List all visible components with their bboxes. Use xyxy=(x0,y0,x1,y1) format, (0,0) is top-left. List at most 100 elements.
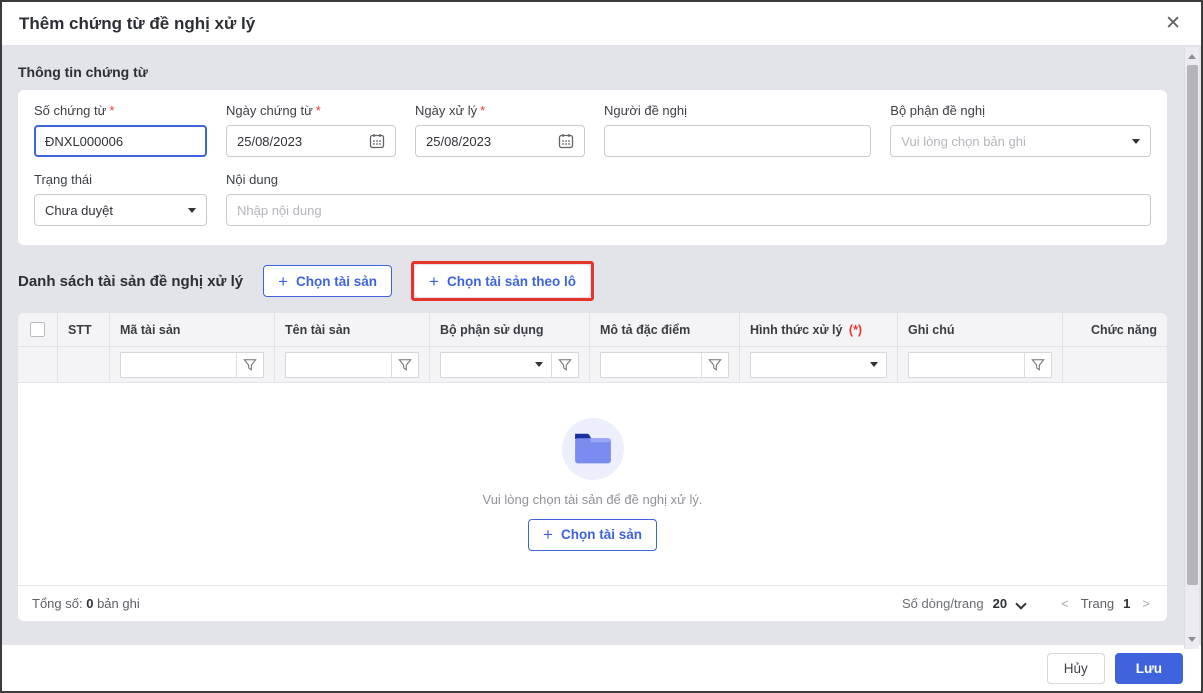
total-value: 0 xyxy=(86,596,94,611)
page-number: 1 xyxy=(1123,596,1131,611)
scrollbar-down-arrow[interactable] xyxy=(1185,632,1199,647)
plus-icon: + xyxy=(429,271,439,291)
document-number-input[interactable]: ĐNXL000006 xyxy=(34,125,207,157)
document-date-label: Ngày chứng từ xyxy=(226,103,313,118)
status-label: Trạng thái xyxy=(34,172,93,187)
vertical-scrollbar[interactable] xyxy=(1184,47,1199,649)
select-asset-button-label: Chọn tài sản xyxy=(296,273,378,289)
select-asset-batch-button[interactable]: + Chọn tài sản theo lô xyxy=(415,265,590,297)
total-label: Tổng số: xyxy=(32,596,83,611)
empty-select-asset-button-label: Chọn tài sản xyxy=(560,527,642,542)
page-label: Trang xyxy=(1080,596,1115,611)
empty-select-asset-button[interactable]: + Chọn tài sản xyxy=(528,518,657,551)
triangle-down-icon xyxy=(1188,637,1196,642)
table-empty-state: Vui lòng chọn tài sản để đề nghị xử lý. … xyxy=(18,383,1167,585)
content-field: Nội dung Nhập nội dung xyxy=(226,172,1151,226)
close-icon[interactable]: ✕ xyxy=(1165,14,1181,33)
record-total: Tổng số: 0 bản ghi xyxy=(32,596,140,611)
status-value: Chưa duyệt xyxy=(45,202,113,218)
save-button[interactable]: Lưu xyxy=(1114,652,1183,684)
content-placeholder: Nhập nội dung xyxy=(237,202,322,218)
column-header-description: Mô tả đặc điểm xyxy=(590,313,740,346)
description-filter-input[interactable] xyxy=(601,353,701,377)
description-filter-funnel[interactable] xyxy=(701,352,728,377)
using-department-filter-funnel[interactable] xyxy=(551,352,578,377)
funnel-icon xyxy=(243,358,257,371)
pagination: Số dòng/trang 20 < Trang 1 > xyxy=(902,596,1153,611)
triangle-up-icon xyxy=(1188,54,1196,59)
dialog-body: Thông tin chứng từ Số chứng từ * ĐNXL0000… xyxy=(2,46,1201,645)
requesting-department-field: Bộ phận đề nghị Vui lòng chọn bản ghi xyxy=(890,103,1151,157)
chevron-down-icon xyxy=(188,207,196,213)
column-header-using-department: Bộ phận sử dụng xyxy=(430,313,590,346)
column-header-asset-name: Tên tài sản xyxy=(275,313,430,346)
rows-per-page-chevron-icon[interactable] xyxy=(1016,599,1026,609)
calendar-icon[interactable] xyxy=(558,133,574,149)
status-field: Trạng thái Chưa duyệt xyxy=(34,172,207,226)
document-date-value: 25/08/2023 xyxy=(237,133,303,149)
column-header-note: Ghi chú xyxy=(898,313,1063,346)
annotation-highlight-box: + Chọn tài sản theo lô xyxy=(411,261,594,301)
document-number-label: Số chứng từ xyxy=(34,103,107,118)
select-asset-batch-button-label: Chọn tài sản theo lô xyxy=(446,273,576,289)
select-all-checkbox[interactable] xyxy=(30,322,45,337)
folder-icon xyxy=(574,433,611,463)
rows-per-page-label: Số dòng/trang xyxy=(901,596,984,611)
table-header-row: STT Mã tài sản Tên tài sản Bộ phận sử dụ… xyxy=(18,313,1167,347)
dialog-titlebar: Thêm chứng từ đề nghị xử lý ✕ xyxy=(2,2,1201,46)
required-asterisk: * xyxy=(315,103,321,118)
requester-field: Người đề nghị xyxy=(604,103,872,157)
requester-label: Người đề nghị xyxy=(604,103,687,118)
column-header-stt: STT xyxy=(58,313,110,346)
scrollbar-thumb[interactable] xyxy=(1187,65,1198,585)
requesting-department-select[interactable]: Vui lòng chọn bản ghi xyxy=(890,125,1151,157)
processing-date-field: Ngày xử lý * 25/08/2023 xyxy=(415,103,585,157)
required-asterisk: * xyxy=(109,103,115,118)
processing-type-filter-select[interactable] xyxy=(751,353,886,377)
funnel-icon xyxy=(708,358,722,371)
chevron-down-icon xyxy=(870,362,878,367)
form-row-2: Trạng thái Chưa duyệt Nội dung Nhập nội … xyxy=(34,172,1151,226)
empty-folder-badge xyxy=(561,417,624,480)
asset-name-filter-funnel[interactable] xyxy=(391,352,418,377)
column-header-actions: Chức năng xyxy=(1091,322,1157,337)
funnel-icon xyxy=(558,358,572,371)
total-unit: bản ghi xyxy=(97,596,140,611)
funnel-icon xyxy=(398,358,412,371)
required-mark: (*) xyxy=(848,322,863,337)
document-number-value: ĐNXL000006 xyxy=(45,133,124,149)
note-filter-input[interactable] xyxy=(909,353,1024,377)
asset-code-filter-input[interactable] xyxy=(121,353,236,377)
chevron-down-icon xyxy=(1132,138,1140,144)
rows-per-page-value[interactable]: 20 xyxy=(993,596,1007,611)
using-department-filter-select[interactable] xyxy=(441,353,551,377)
cancel-button[interactable]: Hủy xyxy=(1046,652,1105,684)
content-label: Nội dung xyxy=(226,172,279,187)
info-section-heading: Thông tin chứng từ xyxy=(18,64,148,80)
asset-table: STT Mã tài sản Tên tài sản Bộ phận sử dụ… xyxy=(18,313,1167,621)
asset-code-filter-funnel[interactable] xyxy=(236,352,263,377)
requesting-department-placeholder: Vui lòng chọn bản ghi xyxy=(901,133,1026,149)
status-select[interactable]: Chưa duyệt xyxy=(34,194,207,226)
empty-state-message: Vui lòng chọn tài sản để đề nghị xử lý. xyxy=(482,491,703,507)
required-asterisk: * xyxy=(480,103,486,118)
content-input[interactable]: Nhập nội dung xyxy=(226,194,1151,226)
funnel-icon xyxy=(1031,358,1045,371)
column-header-processing-type: Hình thức xử lý (*) xyxy=(740,313,898,346)
plus-icon: + xyxy=(278,271,289,291)
note-filter-funnel[interactable] xyxy=(1024,352,1051,377)
calendar-icon[interactable] xyxy=(369,133,385,149)
processing-date-input[interactable]: 25/08/2023 xyxy=(415,125,585,157)
requester-input[interactable] xyxy=(604,125,872,157)
chevron-down-icon xyxy=(535,362,543,367)
asset-section-heading: Danh sách tài sản đề nghị xử lý xyxy=(18,272,244,290)
processing-date-label: Ngày xử lý xyxy=(415,103,478,118)
next-page-button[interactable]: > xyxy=(1139,596,1153,611)
scrollbar-up-arrow[interactable] xyxy=(1185,49,1199,64)
select-asset-button[interactable]: + Chọn tài sản xyxy=(263,265,393,297)
form-row-1: Số chứng từ * ĐNXL000006 Ngày chứng từ * 2… xyxy=(34,103,1151,157)
asset-name-filter-input[interactable] xyxy=(286,353,391,377)
document-date-input[interactable]: 25/08/2023 xyxy=(226,125,396,157)
processing-date-value: 25/08/2023 xyxy=(426,133,492,149)
prev-page-button[interactable]: < xyxy=(1058,596,1072,611)
